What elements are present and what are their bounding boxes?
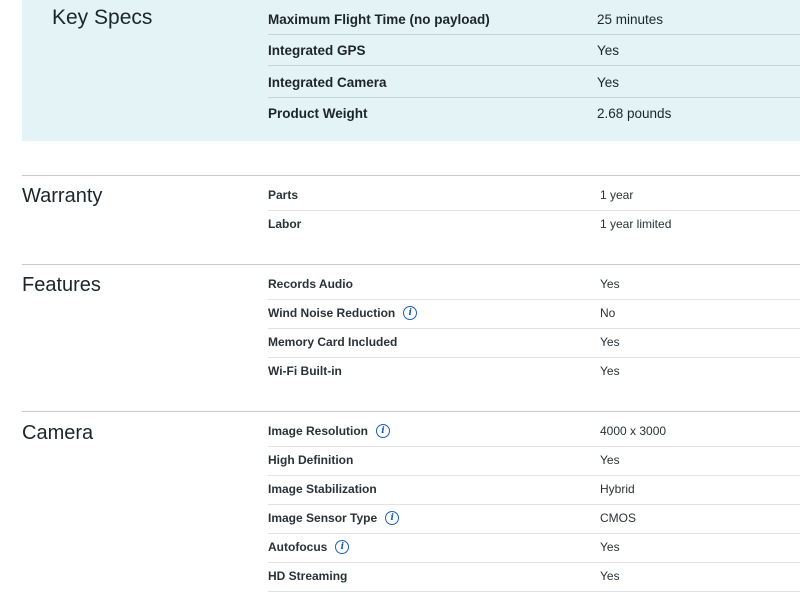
- info-icon[interactable]: i: [385, 511, 400, 525]
- section-title-camera: Camera: [22, 422, 94, 444]
- spec-row: Wi-Fi Built-in Yes: [268, 358, 800, 386]
- spec-value: No: [600, 306, 616, 320]
- spec-value: Yes: [600, 540, 620, 554]
- spec-value: Yes: [600, 569, 620, 583]
- spec-value: 2.68 pounds: [597, 106, 672, 121]
- spec-label: Image Stabilization: [268, 482, 377, 496]
- spec-row: High Definition Yes: [268, 447, 800, 476]
- spec-value: Yes: [600, 453, 620, 467]
- spec-row: Parts 1 year: [268, 182, 800, 211]
- spec-label: Image Resolution i: [268, 424, 391, 438]
- section-divider: [22, 411, 800, 412]
- spec-value: Yes: [600, 364, 620, 378]
- info-icon[interactable]: i: [335, 540, 350, 554]
- spec-label: Labor: [268, 217, 302, 231]
- spec-row: Wind Noise Reduction i No: [268, 300, 800, 329]
- spec-row: Memory Card Included Yes: [268, 329, 800, 358]
- spec-row: Labor 1 year limited: [268, 211, 800, 239]
- spec-row: Integrated Camera Yes: [268, 66, 800, 98]
- spec-label: Parts: [268, 188, 299, 202]
- key-specs-title: Key Specs: [52, 6, 153, 29]
- spec-row: Product Weight 2.68 pounds: [268, 97, 800, 128]
- spec-label: Wi-Fi Built-in: [268, 364, 342, 378]
- spec-value: 4000 x 3000: [600, 424, 667, 438]
- spec-label: Product Weight: [268, 106, 368, 121]
- spec-row: Image Resolution i 4000 x 3000: [268, 418, 800, 447]
- info-icon[interactable]: i: [376, 424, 391, 438]
- spec-value: Yes: [597, 75, 620, 90]
- spec-label: HD Streaming: [268, 569, 348, 583]
- spec-sheet: Key Specs Maximum Flight Time (no payloa…: [0, 0, 800, 600]
- spec-label: Records Audio: [268, 277, 353, 291]
- spec-value: 1 year limited: [600, 217, 672, 231]
- spec-label: High Definition: [268, 453, 354, 467]
- key-specs-panel: Key Specs Maximum Flight Time (no payloa…: [22, 0, 800, 141]
- spec-value: Yes: [597, 43, 620, 58]
- section-title-warranty: Warranty: [22, 185, 103, 207]
- spec-value: 25 minutes: [597, 12, 664, 27]
- spec-value: Hybrid: [600, 482, 635, 496]
- spec-label: Image Sensor Type i: [268, 511, 400, 525]
- spec-label: Maximum Flight Time (no payload): [268, 12, 490, 27]
- spec-row: Autofocus i Yes: [268, 534, 800, 563]
- spec-row: Integrated GPS Yes: [268, 34, 800, 66]
- section-title-features: Features: [22, 274, 101, 296]
- spec-label: Memory Card Included: [268, 335, 398, 349]
- spec-row: HD Streaming Yes: [268, 563, 800, 592]
- spec-row: Maximum Flight Time (no payload) 25 minu…: [268, 3, 800, 35]
- spec-label: Autofocus i: [268, 540, 350, 554]
- spec-label: Wind Noise Reduction i: [268, 306, 418, 320]
- spec-label: Integrated Camera: [268, 75, 387, 90]
- spec-value: CMOS: [600, 511, 636, 525]
- spec-value: 1 year: [600, 188, 634, 202]
- spec-value: Yes: [600, 335, 620, 349]
- info-icon[interactable]: i: [403, 306, 418, 320]
- spec-row: Image Sensor Type i CMOS: [268, 505, 800, 534]
- section-divider: [22, 175, 800, 176]
- spec-row: Records Audio Yes: [268, 271, 800, 300]
- spec-row: Image Stabilization Hybrid: [268, 476, 800, 505]
- spec-label: Integrated GPS: [268, 43, 366, 58]
- spec-value: Yes: [600, 277, 620, 291]
- section-divider: [22, 264, 800, 265]
